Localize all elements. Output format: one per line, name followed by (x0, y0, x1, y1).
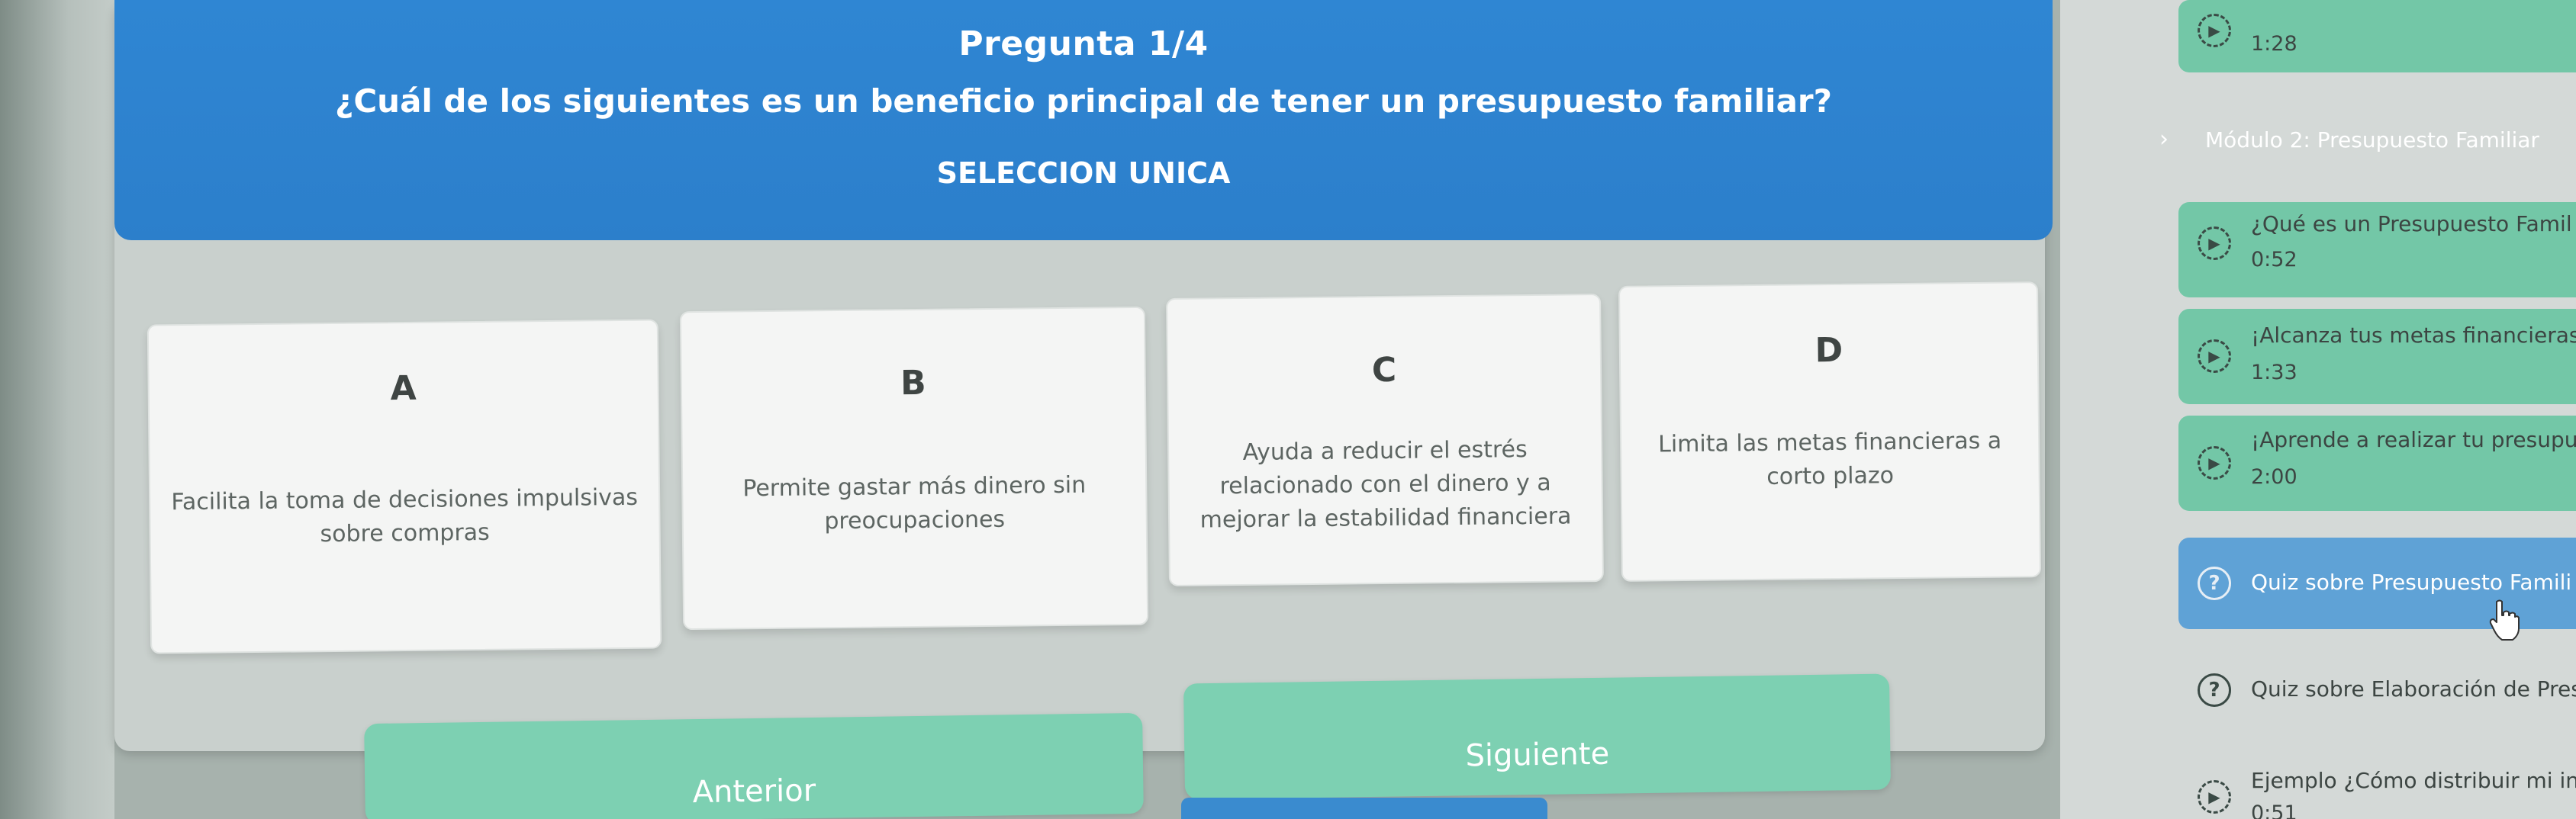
play-icon: ▶ (2198, 339, 2231, 373)
option-b-letter: B (900, 363, 926, 403)
option-a-letter: A (390, 368, 417, 409)
sidebar-item-label: Quiz sobre Elaboración de Pres (2251, 676, 2576, 702)
sidebar-item-time: 0:52 (2251, 248, 2297, 271)
question-mark-icon: ? (2198, 567, 2231, 600)
chevron-right-icon: › (2159, 126, 2169, 153)
selection-mode-label: SELECCION UNICA (936, 156, 1231, 190)
option-a-text: Facilita la toma de decisiones impulsiva… (171, 483, 639, 548)
sidebar-module-header[interactable]: › Módulo 2: Presupuesto Familiar (2159, 126, 2576, 172)
option-c-letter: C (1371, 350, 1397, 390)
bottom-bar-fragment (1181, 798, 1547, 819)
sidebar-item-video-1[interactable]: ▶ ¿Qué es un Presupuesto Famil 0:52 (2178, 202, 2576, 297)
option-d-letter: D (1814, 330, 1843, 371)
hand-cursor-icon (2489, 599, 2520, 641)
sidebar-item-time: 0:51 (2251, 801, 2297, 819)
option-b-text: Permite gastar más dinero sin preocupaci… (742, 471, 1087, 535)
left-edge-strip (0, 0, 114, 819)
module-label: Módulo 2: Presupuesto Familiar (2205, 127, 2539, 153)
sidebar-item-label: Quiz sobre Presupuesto Famili (2251, 570, 2572, 595)
sidebar-item-time: 1:33 (2251, 361, 2297, 384)
sidebar-item-label: ¡Aprende a realizar tu presupu (2251, 427, 2576, 452)
question-counter: Pregunta 1/4 (958, 24, 1209, 63)
sidebar-item-time: 1:28 (2251, 32, 2297, 56)
option-a[interactable]: A Facilita la toma de decisiones impulsi… (147, 319, 662, 654)
sidebar-item-video-3[interactable]: ▶ ¡Aprende a realizar tu presupu 2:00 (2178, 416, 2576, 511)
question-text: ¿Cuál de los siguientes es un beneficio … (334, 82, 1832, 120)
sidebar-item-label: ¡Alcanza tus metas financieras (2251, 323, 2576, 348)
sidebar-item-label: ¿Qué es un Presupuesto Famil (2251, 211, 2572, 236)
play-icon: ▶ (2198, 780, 2231, 814)
sidebar-item-quiz-2[interactable]: ? Quiz sobre Elaboración de Pres (2178, 652, 2576, 728)
quiz-header: Pregunta 1/4 ¿Cuál de los siguientes es … (114, 0, 2053, 240)
sidebar-item-current-video[interactable]: ▶ 1:28 (2178, 0, 2576, 72)
sidebar-item-video-2[interactable]: ▶ ¡Alcanza tus metas financieras 1:33 (2178, 309, 2576, 404)
play-icon: ▶ (2198, 446, 2231, 480)
sidebar-item-label: Ejemplo ¿Cómo distribuir mi in (2251, 768, 2576, 793)
option-c[interactable]: C Ayuda a reducir el estrés relacionado … (1166, 294, 1604, 586)
play-icon: ▶ (2198, 14, 2231, 47)
sidebar-item-video-4[interactable]: ▶ Ejemplo ¿Cómo distribuir mi in 0:51 (2178, 751, 2576, 819)
option-b[interactable]: B Permite gastar más dinero sin preocupa… (679, 306, 1149, 631)
previous-button[interactable]: Anterior (364, 712, 1144, 819)
option-d[interactable]: D Limita las metas financieras a corto p… (1618, 281, 2042, 582)
play-icon: ▶ (2198, 226, 2231, 260)
next-button[interactable]: Siguiente (1183, 673, 1892, 800)
sidebar-item-time: 2:00 (2251, 465, 2297, 489)
option-c-text: Ayuda a reducir el estrés relacionado co… (1199, 436, 1572, 534)
question-mark-icon: ? (2198, 673, 2231, 707)
option-d-text: Limita las metas financieras a corto pla… (1657, 427, 2002, 490)
